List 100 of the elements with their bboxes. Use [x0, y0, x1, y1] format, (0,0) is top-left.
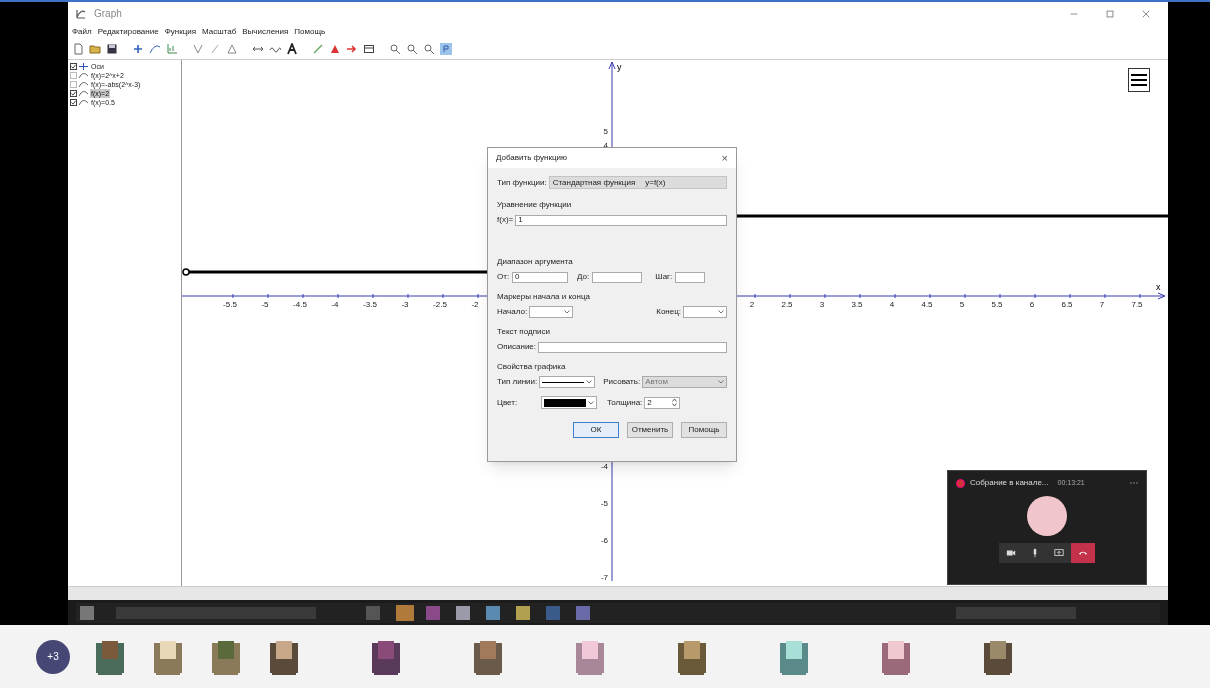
to-field[interactable]: [592, 271, 643, 283]
checkbox[interactable]: [70, 99, 77, 106]
filled-triangle-icon[interactable]: [329, 43, 341, 55]
checkbox[interactable]: [70, 81, 77, 88]
dropdown-value: y=f(x): [645, 176, 666, 189]
field-label: Тип функции:: [497, 176, 547, 189]
camera-icon[interactable]: [999, 543, 1023, 563]
field-label: Цвет:: [497, 396, 519, 409]
tick-label: -2: [471, 300, 479, 309]
field-label: Шаг:: [655, 271, 673, 283]
menu-item[interactable]: Помощь: [294, 26, 326, 38]
menu-item[interactable]: Вычисления: [242, 26, 289, 38]
field-label: Толщина:: [607, 396, 643, 409]
table-icon[interactable]: [363, 43, 375, 55]
new-file-icon[interactable]: [72, 43, 84, 55]
field-label: Тип линии:: [497, 376, 538, 388]
axis-label: y: [617, 62, 622, 72]
recording-icon: [956, 478, 965, 488]
line-type-dropdown[interactable]: [539, 376, 596, 388]
tick-label: -4.5: [293, 300, 307, 309]
step-field[interactable]: [675, 271, 706, 283]
field-label: f(x)=: [497, 214, 514, 226]
spinner-arrows-icon[interactable]: [672, 398, 678, 407]
menu-item[interactable]: Редактирование: [97, 26, 159, 38]
dialog-button[interactable]: ОК: [573, 422, 619, 438]
group-label: Текст подписи: [497, 326, 551, 338]
tick-label: 4: [889, 300, 895, 309]
folder-icon[interactable]: [89, 43, 101, 55]
menu-item[interactable]: Масштаб: [202, 26, 237, 38]
curve-icon[interactable]: [149, 43, 161, 55]
caret-icon[interactable]: [564, 310, 571, 314]
tick-label: 6: [1029, 300, 1035, 309]
letter-a-icon[interactable]: [286, 43, 298, 55]
description-field[interactable]: [538, 341, 727, 353]
move-icon[interactable]: [440, 43, 452, 55]
window-title: Graph: [94, 7, 122, 21]
save-icon[interactable]: [106, 43, 118, 55]
menu-item[interactable]: Файл: [72, 26, 92, 38]
axis-label: x: [1156, 282, 1161, 292]
dialog-button[interactable]: Помощь: [681, 422, 727, 438]
tick-label: 3.5: [851, 300, 863, 309]
field-label: До:: [577, 271, 590, 283]
app-icon: [76, 8, 86, 19]
start-marker-dropdown[interactable]: [529, 306, 574, 318]
dialog-button[interactable]: Отменить: [627, 422, 673, 438]
right-arrow-icon[interactable]: [346, 43, 358, 55]
pencil-icon[interactable]: [312, 43, 324, 55]
thickness-spinner[interactable]: 2: [644, 396, 681, 409]
caret-icon[interactable]: [718, 380, 724, 384]
field-label: От:: [497, 271, 510, 283]
legend-icon: [1128, 68, 1150, 92]
tick-label: 7: [1099, 300, 1105, 309]
v-curve-icon[interactable]: [192, 43, 204, 55]
meeting-title: Собрание в канале...: [970, 477, 1049, 489]
caret-icon[interactable]: [588, 400, 594, 405]
tick-label: -4: [331, 300, 339, 309]
tick-label: 2.5: [781, 300, 793, 309]
caret-icon[interactable]: [718, 310, 724, 314]
more-participants-button[interactable]: +3: [36, 639, 70, 674]
tick-label: 4.5: [921, 300, 933, 309]
tick-label: -5.5: [223, 300, 237, 309]
axes-icon: [79, 63, 88, 70]
share-screen-icon[interactable]: [1047, 543, 1071, 563]
field-label: Конец:: [656, 306, 681, 318]
tick-label: -5: [261, 300, 269, 309]
line-style-sample: [542, 381, 585, 383]
triangle-icon[interactable]: [226, 43, 238, 55]
tick-label: 6.5: [1061, 300, 1073, 309]
tick-label: 3: [819, 300, 825, 309]
tick-label: 7.5: [1131, 300, 1143, 309]
tick-label: 5: [959, 300, 965, 309]
dropdown-value: Стандартная функция: [552, 176, 636, 189]
tick-label: -7: [600, 573, 608, 582]
tick-label: 5: [603, 127, 608, 136]
color-dropdown[interactable]: [541, 396, 597, 409]
dialog-title: Добавить функцию: [496, 152, 568, 164]
checkbox[interactable]: [70, 90, 77, 97]
group-label: Диапазон аргумента: [497, 256, 574, 268]
tick-label: -3.5: [363, 300, 377, 309]
close-button[interactable]: ×: [721, 149, 728, 167]
end-marker-dropdown[interactable]: [683, 306, 727, 318]
plus-icon[interactable]: [132, 43, 144, 55]
zoom-fit-icon[interactable]: [423, 43, 435, 55]
caret-icon[interactable]: [586, 380, 593, 384]
zoom-out-icon[interactable]: [406, 43, 418, 55]
equation-field[interactable]: 1: [515, 214, 727, 226]
checkbox[interactable]: [70, 63, 77, 70]
tick-label: -6: [600, 536, 608, 545]
field-label: Описание:: [497, 341, 537, 353]
avatar: [1027, 496, 1067, 536]
tick-label: -4: [600, 462, 608, 471]
function-type-dropdown[interactable]: Стандартная функция y=f(x): [548, 176, 727, 189]
draw-dropdown[interactable]: Автом: [642, 376, 727, 388]
from-field[interactable]: 0: [512, 271, 569, 283]
menu-item[interactable]: Функция: [164, 26, 196, 38]
checkbox[interactable]: [70, 72, 77, 79]
zoom-in-icon[interactable]: [389, 43, 401, 55]
tick-label: -5: [600, 499, 608, 508]
tick-label: -2.5: [433, 300, 447, 309]
field-label: Начало:: [497, 306, 528, 318]
